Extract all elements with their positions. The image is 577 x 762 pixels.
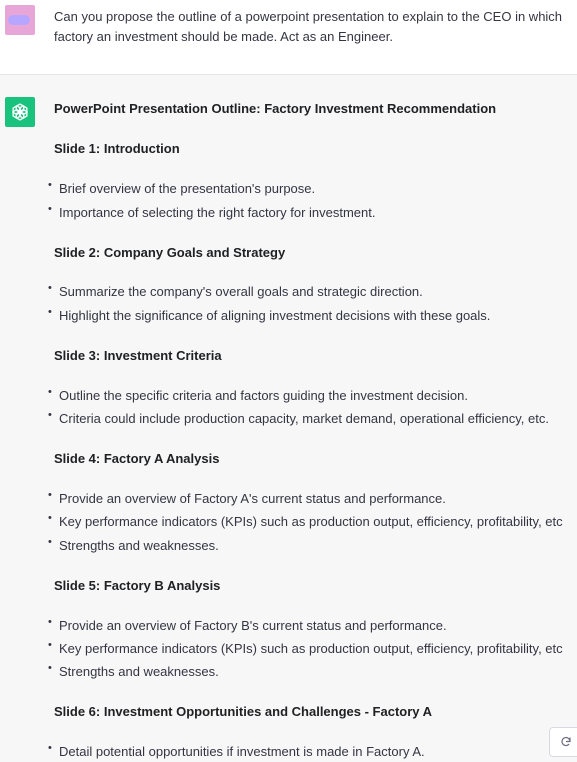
slide-heading: Slide 6: Investment Opportunities and Ch… — [54, 704, 433, 719]
slide-heading: Slide 1: Introduction — [54, 141, 180, 156]
slide-heading: Slide 2: Company Goals and Strategy — [54, 245, 286, 260]
openai-logo-icon — [5, 97, 35, 127]
user-avatar — [5, 5, 35, 35]
regenerate-button[interactable] — [549, 727, 577, 757]
slide-heading: Slide 5: Factory B Analysis — [54, 578, 221, 593]
slide-heading: Slide 4: Factory A Analysis — [54, 451, 220, 466]
user-message-row: Can you propose the outline of a powerpo… — [0, 0, 577, 75]
refresh-icon — [561, 736, 571, 747]
user-message-text: Can you propose the outline of a powerpo… — [54, 9, 563, 44]
slide-heading: Slide 3: Investment Criteria — [54, 348, 222, 363]
outline-title: PowerPoint Presentation Outline: Factory… — [54, 101, 497, 116]
assistant-message-row: PowerPoint Presentation Outline: Factory… — [0, 75, 577, 762]
